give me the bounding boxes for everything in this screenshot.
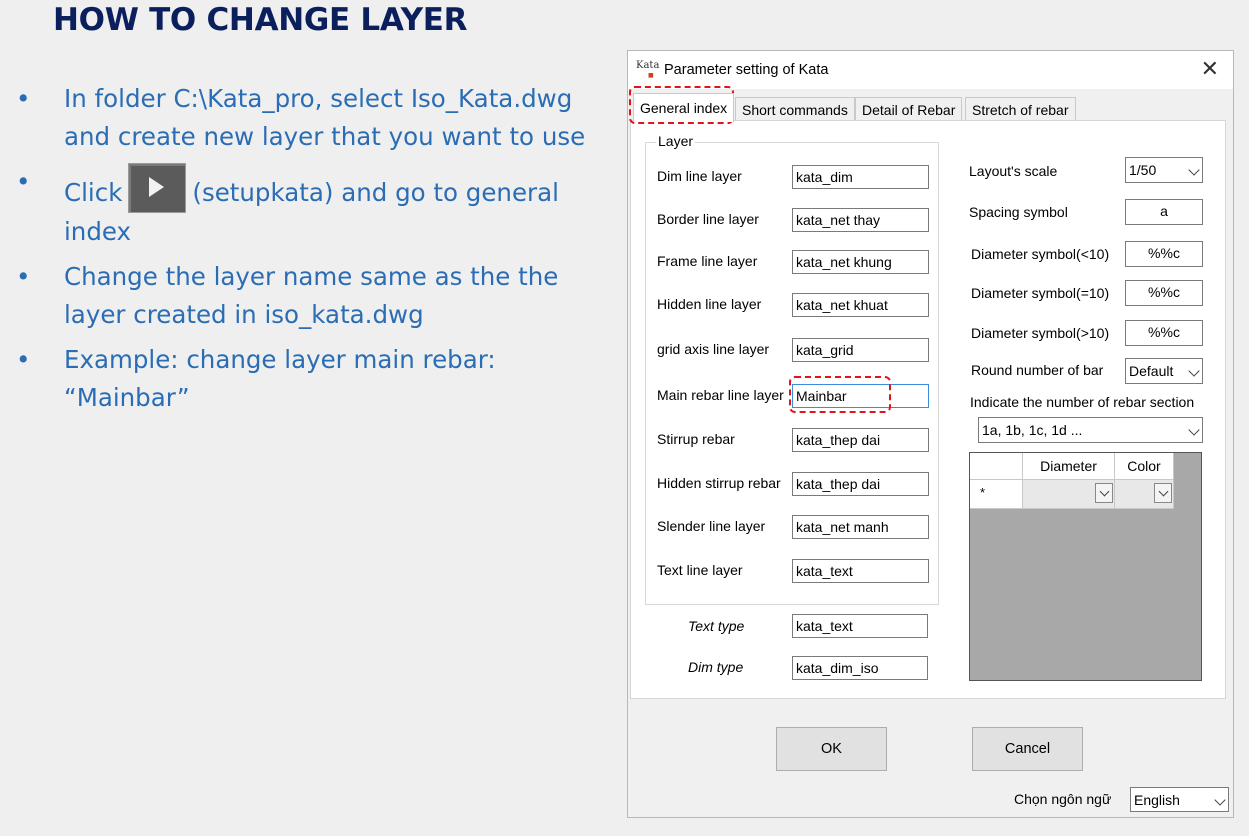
bullet-dot: • bbox=[16, 262, 31, 291]
layer-label: Frame line layer bbox=[657, 253, 758, 269]
layer-label: Main rebar line layer bbox=[657, 387, 784, 403]
play-icon bbox=[128, 163, 187, 213]
ok-button[interactable]: OK bbox=[776, 727, 887, 771]
tab-short-commands[interactable]: Short commands bbox=[735, 97, 855, 122]
layer-label: Stirrup rebar bbox=[657, 431, 735, 447]
diam-lt10-field[interactable]: %%c bbox=[1125, 241, 1203, 267]
layer-field[interactable]: kata_net khung bbox=[792, 250, 929, 274]
grid-header-color[interactable]: Color bbox=[1115, 453, 1174, 480]
rebar-section-label: Indicate the number of rebar section bbox=[970, 394, 1195, 410]
layer-field[interactable]: kata_net khuat bbox=[792, 293, 929, 317]
layer-field[interactable]: kata_net manh bbox=[792, 515, 929, 539]
grid-diameter-cell[interactable] bbox=[1023, 480, 1115, 509]
layer-field[interactable]: kata_text bbox=[792, 559, 929, 583]
language-value: English bbox=[1134, 792, 1180, 808]
bullet-dot: • bbox=[16, 345, 31, 374]
dim-type-field[interactable]: kata_dim_iso bbox=[792, 656, 928, 680]
rebar-section-value: 1a, 1b, 1c, 1d ... bbox=[982, 422, 1083, 438]
layer-field[interactable]: kata_dim bbox=[792, 165, 929, 189]
general-index-panel: Layer Dim line layer kata_dim Border line … bbox=[630, 120, 1226, 699]
rebar-grid: Diameter Color * bbox=[969, 452, 1202, 681]
tab-stretch-of-rebar[interactable]: Stretch of rebar bbox=[965, 97, 1076, 122]
bullet-folder: • In folder C:\Kata_pro, select Iso_Kata… bbox=[12, 80, 612, 156]
layout-scale-label: Layout's scale bbox=[969, 163, 1058, 179]
grid-color-cell[interactable] bbox=[1115, 480, 1174, 509]
dialog-title: Parameter setting of Kata bbox=[664, 62, 829, 78]
language-label: Chọn ngôn ngữ bbox=[1014, 791, 1112, 807]
spacing-symbol-label: Spacing symbol bbox=[969, 204, 1068, 220]
layer-label: Slender line layer bbox=[657, 518, 766, 534]
diam-eq10-label: Diameter symbol(=10) bbox=[971, 285, 1110, 301]
layout-scale-select[interactable]: 1/50 bbox=[1125, 157, 1203, 183]
chevron-down-icon bbox=[1188, 365, 1200, 377]
grid-corner bbox=[970, 453, 1023, 480]
kata-app-icon: Kata ■ bbox=[636, 60, 660, 80]
slide-title: HOW TO CHANGE LAYER bbox=[53, 2, 468, 38]
bullet-text: Example: change layer main rebar: “Mainb… bbox=[64, 345, 496, 412]
grid-row-marker: * bbox=[970, 480, 1023, 509]
text-type-field[interactable]: kata_text bbox=[792, 614, 928, 638]
bullet-click: • Click (setupkata) and go to general ind… bbox=[12, 163, 612, 251]
layer-label: Text line layer bbox=[657, 562, 743, 578]
diam-gt10-label: Diameter symbol(>10) bbox=[971, 325, 1110, 341]
bullet-change: • Change the layer name same as the the … bbox=[12, 258, 612, 334]
layer-label: Hidden line layer bbox=[657, 296, 762, 312]
bullet-dot: • bbox=[16, 84, 31, 113]
chevron-down-icon bbox=[1214, 794, 1226, 806]
bullet-text-click: Click bbox=[64, 178, 123, 207]
layer-group-label: Layer bbox=[656, 133, 696, 149]
bullet-list: • In folder C:\Kata_pro, select Iso_Kata… bbox=[12, 80, 612, 424]
chevron-down-icon bbox=[1188, 424, 1200, 436]
chevron-down-icon[interactable] bbox=[1154, 483, 1172, 503]
bullet-text: Change the layer name same as the the la… bbox=[64, 262, 559, 329]
diam-lt10-label: Diameter symbol(<10) bbox=[971, 246, 1110, 262]
layer-field[interactable]: kata_thep dai bbox=[792, 472, 929, 496]
rebar-section-select[interactable]: 1a, 1b, 1c, 1d ... bbox=[978, 417, 1203, 443]
bullet-dot: • bbox=[16, 167, 31, 196]
tab-detail-of-rebar[interactable]: Detail of Rebar bbox=[855, 97, 963, 122]
layer-field[interactable]: Mainbar bbox=[792, 384, 929, 408]
round-bar-label: Round number of bar bbox=[971, 362, 1104, 378]
language-select[interactable]: English bbox=[1130, 787, 1229, 812]
spacing-symbol-field[interactable]: a bbox=[1125, 199, 1203, 225]
bullet-text: In folder C:\Kata_pro, select Iso_Kata.d… bbox=[64, 84, 586, 151]
round-bar-value: Default bbox=[1129, 363, 1174, 379]
round-bar-select[interactable]: Default bbox=[1125, 358, 1203, 384]
layer-field[interactable]: kata_grid bbox=[792, 338, 929, 362]
app-icon-text: Kata bbox=[636, 60, 660, 71]
chevron-down-icon bbox=[1188, 164, 1200, 176]
layer-field[interactable]: kata_thep dai bbox=[792, 428, 929, 452]
bullet-example: • Example: change layer main rebar: “Mai… bbox=[12, 341, 612, 417]
diam-gt10-field[interactable]: %%c bbox=[1125, 320, 1203, 346]
tab-general-index[interactable]: General index bbox=[633, 93, 735, 122]
layer-label: Border line layer bbox=[657, 211, 759, 227]
layer-label: grid axis line layer bbox=[657, 341, 770, 357]
chevron-down-icon[interactable] bbox=[1095, 483, 1113, 503]
layout-scale-value: 1/50 bbox=[1129, 162, 1157, 178]
cancel-button[interactable]: Cancel bbox=[972, 727, 1083, 771]
close-icon[interactable]: ✕ bbox=[1201, 57, 1219, 82]
layer-label: Dim line layer bbox=[657, 168, 742, 184]
dim-type-label: Dim type bbox=[688, 659, 744, 675]
text-type-label: Text type bbox=[688, 618, 745, 634]
dialog-titlebar: Kata ■ Parameter setting of Kata ✕ bbox=[628, 51, 1233, 89]
parameter-dialog: Kata ■ Parameter setting of Kata ✕ Genera… bbox=[627, 50, 1234, 818]
layer-field[interactable]: kata_net thay bbox=[792, 208, 929, 232]
diam-eq10-field[interactable]: %%c bbox=[1125, 280, 1203, 306]
grid-header-diameter[interactable]: Diameter bbox=[1023, 453, 1115, 480]
layer-label: Hidden stirrup rebar bbox=[657, 475, 781, 491]
